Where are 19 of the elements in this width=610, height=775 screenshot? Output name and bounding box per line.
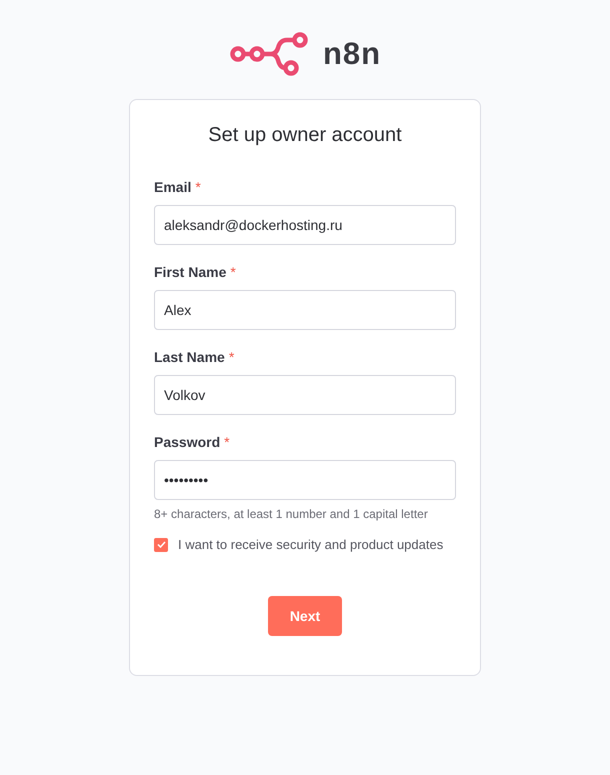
input-field[interactable]: ••••••••• — [154, 460, 456, 500]
logo-text: n8n — [322, 36, 382, 72]
field-label: Email — [154, 179, 192, 195]
input-field[interactable]: Volkov — [154, 375, 456, 415]
input-field[interactable]: aleksandr@dockerhosting.ru — [154, 205, 456, 245]
field-label: Last Name — [154, 349, 225, 365]
required-mark: * — [195, 179, 201, 195]
required-mark: * — [224, 434, 230, 450]
checkbox-label: I want to receive security and product updates — [178, 537, 444, 552]
field-label: First Name — [154, 264, 226, 280]
check-icon — [156, 541, 166, 548]
logo-icon — [228, 31, 309, 77]
checkbox[interactable] — [154, 538, 168, 552]
field-label: Password — [154, 434, 220, 450]
input-field[interactable]: Alex — [154, 290, 456, 330]
required-mark: * — [230, 264, 236, 280]
hint-text: 8+ characters, at least 1 number and 1 capital letter — [154, 507, 429, 521]
required-mark: * — [228, 349, 234, 365]
form-title: Set up owner account — [207, 124, 403, 147]
